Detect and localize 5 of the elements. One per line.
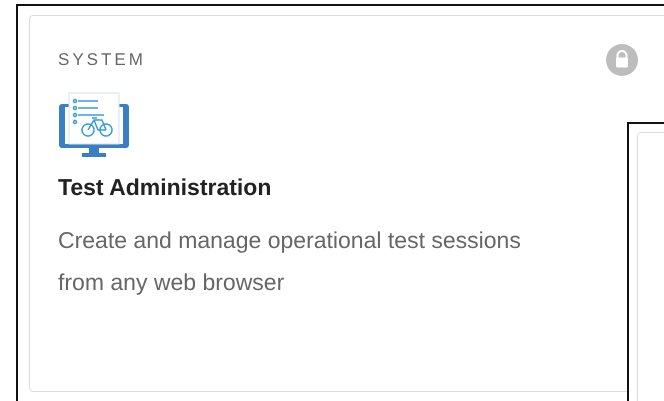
card-title: Test Administration xyxy=(58,174,272,201)
monitor-checklist-bicycle-icon xyxy=(58,92,130,160)
card-description: Create and manage operational test sessions from any web browser xyxy=(58,226,522,297)
app-card[interactable]: SYSTEM Test Administration Create and manage operational test sessions from any web browser xyxy=(29,15,664,392)
category-label: SYSTEM xyxy=(58,50,146,70)
